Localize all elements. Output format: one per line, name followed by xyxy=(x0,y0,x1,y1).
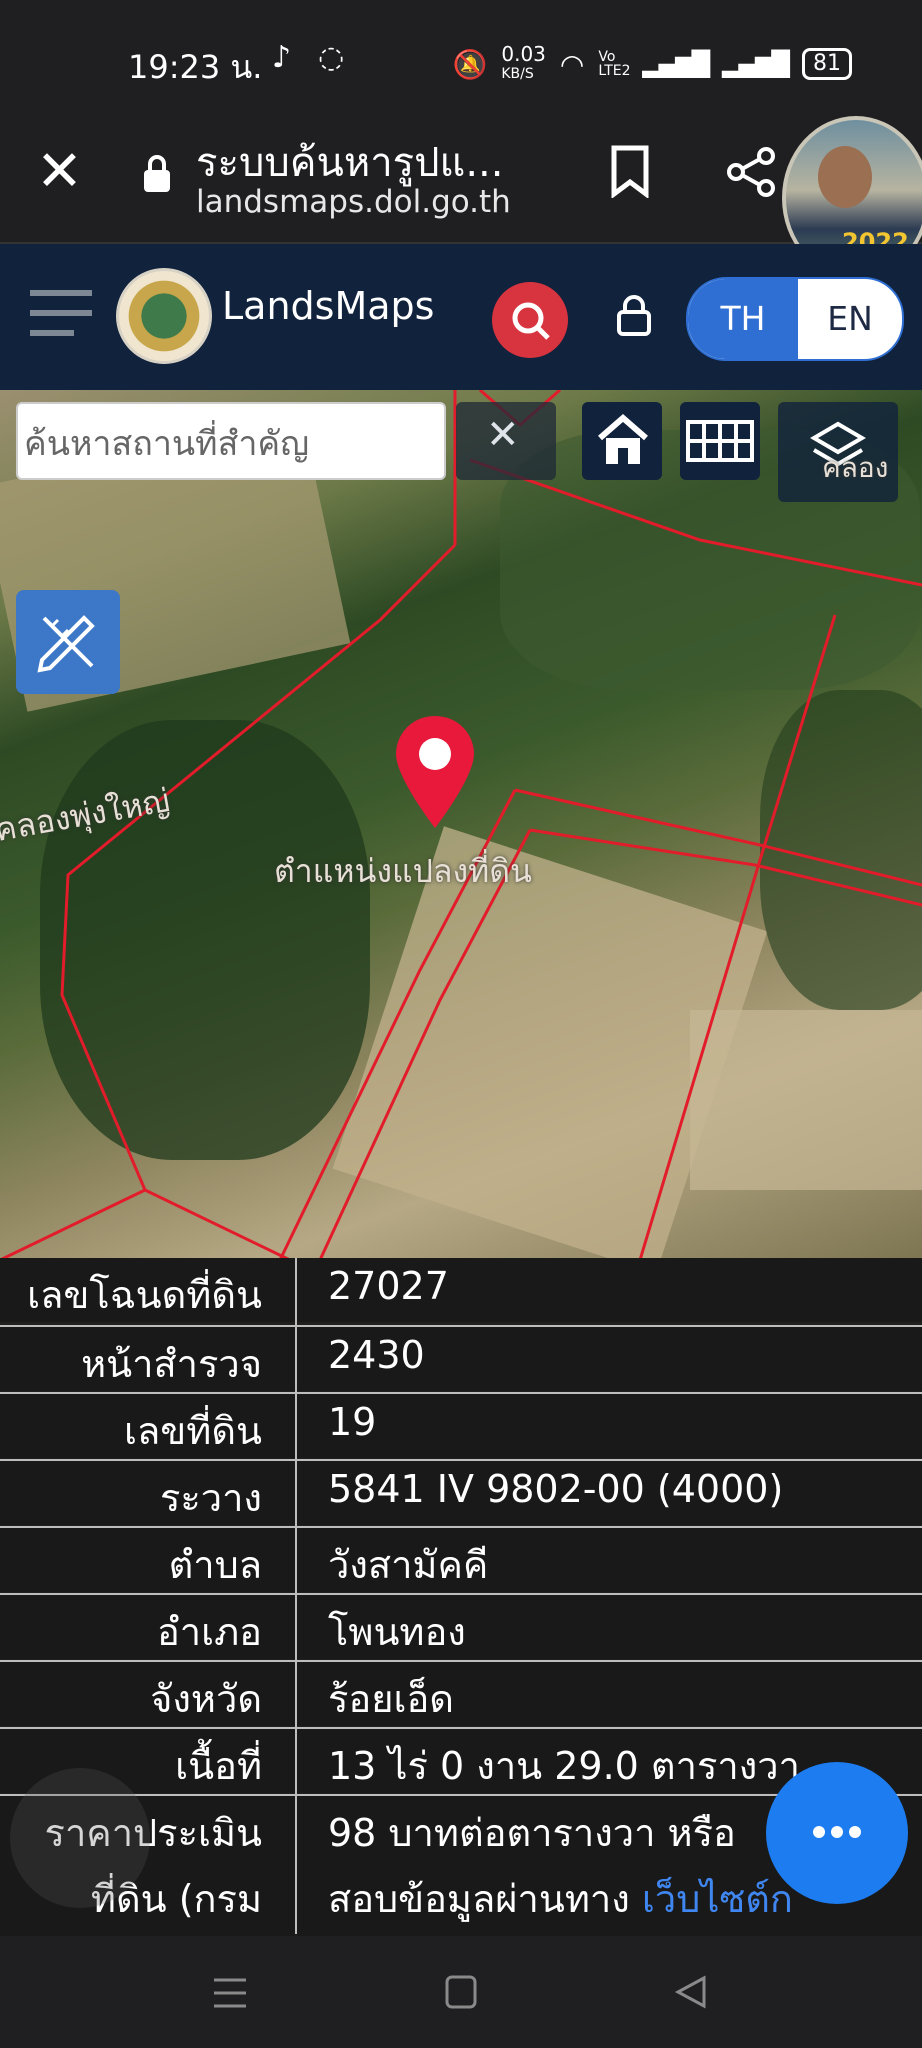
website-link[interactable]: เว็บไซต์ก xyxy=(642,1877,793,1921)
table-row: ระวาง 5841 IV 9802-00 (4000) xyxy=(0,1459,922,1525)
table-row: เนื้อที่ 13 ไร่ 0 งาน 29.0 ตารางวา xyxy=(0,1727,922,1793)
app-header: LandsMaps TH EN xyxy=(0,244,922,390)
row-label: เลขที่ดิน xyxy=(124,1409,262,1453)
wifi-icon: ◠ xyxy=(559,47,585,81)
signal-icon: ▂▄▆█ xyxy=(642,50,710,78)
close-icon[interactable]: ✕ xyxy=(36,144,83,200)
row-value: 13 ไร่ 0 งาน 29.0 ตารางวา xyxy=(328,1744,800,1788)
brand-name: LandsMaps xyxy=(222,284,435,328)
row-value: 27027 xyxy=(328,1264,449,1308)
table-row: ตำบล วังสามัคคี xyxy=(0,1526,922,1592)
row-value: 5841 IV 9802-00 (4000) xyxy=(328,1467,784,1511)
row-label: อำเภอ xyxy=(156,1610,262,1654)
ruler-pencil-icon xyxy=(37,615,95,673)
place-search-input[interactable]: ค้นหาสถานที่สำคัญ xyxy=(16,402,446,480)
recents-icon[interactable] xyxy=(212,1976,248,2010)
dol-seal-logo xyxy=(116,268,212,364)
draw-tool-button[interactable] xyxy=(16,590,120,694)
lock-icon[interactable] xyxy=(616,294,652,338)
row-value: 98 บาทต่อตารางวา หรือ xyxy=(328,1811,736,1855)
more-dots-icon xyxy=(813,1826,861,1838)
map-corner-label: คลอง xyxy=(822,451,889,484)
back-icon[interactable] xyxy=(672,1974,708,2010)
lock-icon xyxy=(142,154,170,192)
row-value: ร้อยเอ็ด xyxy=(328,1677,454,1721)
bookmark-icon[interactable] xyxy=(610,144,650,202)
row-label: ตำบล xyxy=(168,1543,262,1587)
row-label: จังหวัด xyxy=(150,1677,262,1721)
battery-icon: 81 xyxy=(802,48,852,80)
search-icon xyxy=(512,302,550,340)
clear-search-button[interactable]: ✕ xyxy=(456,402,556,480)
net-speed: 0.03 KB/S xyxy=(501,42,546,82)
row-value: สอบข้อมูลผ่านทาง เว็บไซต์ก xyxy=(328,1877,793,1921)
more-options-button[interactable] xyxy=(766,1762,908,1904)
row-value: 19 xyxy=(328,1400,377,1444)
lang-th-button[interactable]: TH xyxy=(688,279,798,359)
volte-label: Vo LTE2 xyxy=(598,49,631,79)
table-row: จังหวัด ร้อยเอ็ด xyxy=(0,1660,922,1726)
grid-icon xyxy=(686,420,754,462)
row-value: 2430 xyxy=(328,1333,425,1377)
status-bar: 19:23 น. ♪ ◌ 🔕 0.03 KB/S ◠ Vo LTE2 ▂▄▆█ … xyxy=(0,0,922,118)
home-nav-icon[interactable] xyxy=(444,1974,478,2010)
browser-toolbar: ✕ ระบบค้นหารูปแ... landsmaps.dol.go.th 2… xyxy=(0,116,922,280)
satellite-map[interactable]: ค้นหาสถานที่สำคัญ ✕ คลอง คลองพุ่งใหญ่ ตำ… xyxy=(0,390,922,1260)
tiktok-icon: ♪ xyxy=(272,40,292,75)
row-label: เลขโฉนดที่ดิน xyxy=(27,1273,262,1317)
lang-en-button[interactable]: EN xyxy=(798,279,902,359)
table-row: หน้าสำรวจ 2430 xyxy=(0,1325,922,1391)
marker-label: ตำแหน่งแปลงที่ดิน xyxy=(274,852,532,890)
language-toggle[interactable]: TH EN xyxy=(686,277,904,361)
share-icon[interactable] xyxy=(726,146,778,202)
table-row: เลขโฉนดที่ดิน 27027 xyxy=(0,1258,922,1322)
close-icon: ✕ xyxy=(486,412,520,458)
table-divider xyxy=(295,1258,297,1934)
home-icon xyxy=(598,414,648,464)
messenger-icon: ◌ xyxy=(318,40,345,75)
row-label: เนื้อที่ xyxy=(175,1744,262,1788)
row-label: ระวาง xyxy=(159,1476,262,1520)
faint-circle-button[interactable] xyxy=(10,1768,150,1908)
home-button[interactable] xyxy=(582,402,662,480)
search-button[interactable] xyxy=(492,282,568,358)
table-row: อำเภอ โพนทอง xyxy=(0,1593,922,1659)
system-nav-bar xyxy=(0,1936,922,2048)
status-time: 19:23 น. xyxy=(128,48,263,86)
signal-icon-2: ▂▄▆█ xyxy=(722,50,790,78)
row-value: วังสามัคคี xyxy=(328,1543,489,1587)
mute-icon: 🔕 xyxy=(452,47,488,81)
status-icons: 🔕 0.03 KB/S ◠ Vo LTE2 ▂▄▆█ ▂▄▆█ 81 xyxy=(452,42,852,84)
table-row: เลขที่ดิน 19 xyxy=(0,1392,922,1458)
grid-button[interactable] xyxy=(680,402,760,480)
row-value: โพนทอง xyxy=(328,1610,466,1654)
avatar-face xyxy=(818,146,872,208)
location-pin-icon[interactable] xyxy=(390,712,480,832)
hamburger-menu-icon[interactable] xyxy=(30,290,92,336)
page-url[interactable]: landsmaps.dol.go.th xyxy=(196,184,511,220)
row-label: หน้าสำรวจ xyxy=(81,1342,262,1386)
